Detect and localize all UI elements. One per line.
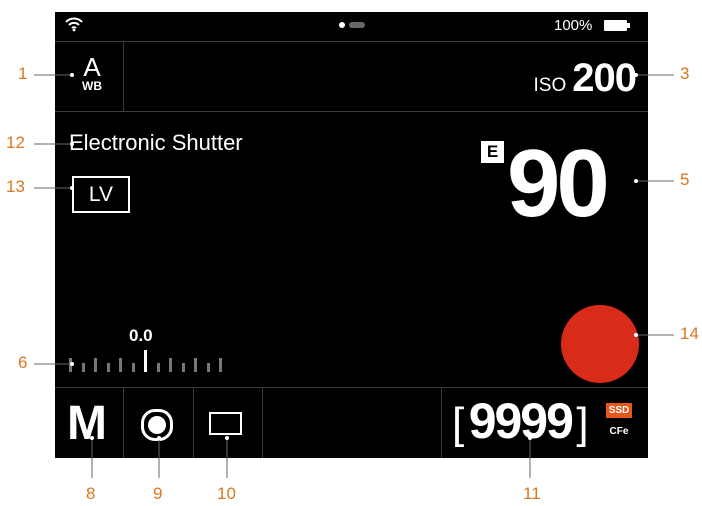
- callout-1: 1: [18, 64, 28, 83]
- callout-5: 5: [680, 170, 690, 189]
- callout-14: 14: [680, 324, 699, 343]
- callout-13: 13: [6, 177, 25, 196]
- callout-10: 10: [217, 484, 236, 503]
- callout-9: 9: [153, 484, 163, 503]
- callout-8: 8: [86, 484, 96, 503]
- callout-leaders: [34, 73, 674, 478]
- callout-12: 12: [6, 133, 25, 152]
- callout-3: 3: [680, 64, 690, 83]
- callout-11: 11: [523, 484, 541, 503]
- callout-6: 6: [18, 353, 28, 372]
